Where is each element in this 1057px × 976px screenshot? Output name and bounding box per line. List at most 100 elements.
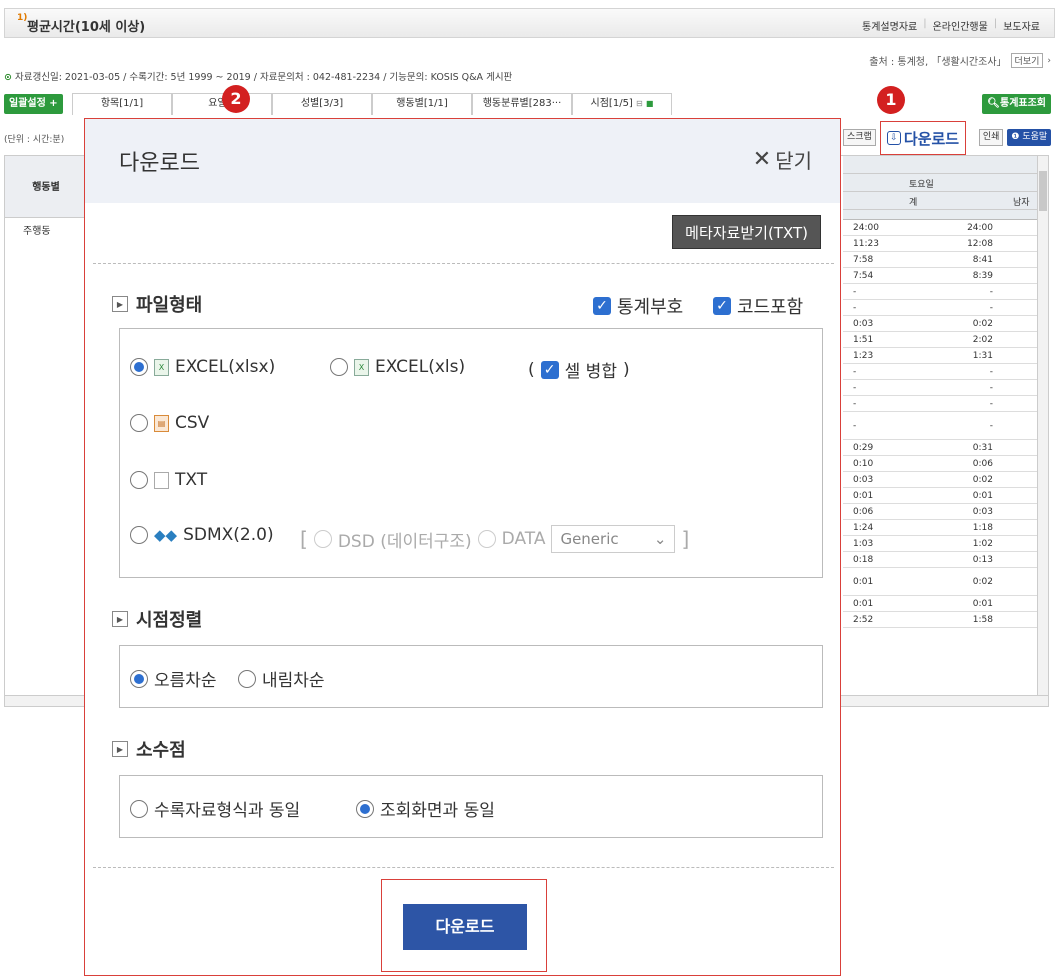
radio-sdmx[interactable]: ◆◆ SDMX(2.0) xyxy=(130,525,274,545)
download-top-label: 다운로드 xyxy=(903,129,960,148)
table-row: 7:54 8:39 xyxy=(843,268,1038,284)
radio-descending[interactable]: 내림차순 xyxy=(238,666,325,691)
cell-total-1: 7:54 xyxy=(853,270,874,281)
cell-total-1: 24:00 xyxy=(853,222,879,233)
help-button[interactable]: ❶ 도움말 xyxy=(1007,129,1052,146)
check-icon: ✓ xyxy=(540,360,559,379)
tab-activity-class[interactable]: 행동분류별[283··· xyxy=(472,93,572,115)
cell-total-2: 0:02 xyxy=(972,474,993,485)
table-row: 0:06 0:03 xyxy=(843,504,1038,520)
vertical-scrollbar[interactable] xyxy=(1037,156,1048,706)
cell-total-1: - xyxy=(853,382,857,393)
download-icon: ⇩ xyxy=(886,131,901,145)
stat-title-bar: 1) 평균시간(10세 이상) 통계설명자료 | 온라인간행물 | 보도자료 xyxy=(4,8,1055,38)
radio-xlsx[interactable]: X EXCEL(xlsx) xyxy=(130,357,275,377)
arrow-right-icon: ▶ xyxy=(112,296,128,312)
data-rows: 24:00 24:00 11:23 12:08 7:58 8:41 7:54 8:39- - - -… xyxy=(843,220,1038,628)
cell-total-1: 1:51 xyxy=(853,334,874,345)
tab-activity[interactable]: 행동별[1/1] xyxy=(372,93,472,115)
dimension-tabs: 항목[1/1] 요일별 성별[3/3] 행동별[1/1] 행동분류별[283··… xyxy=(72,93,672,115)
cell-total-2: 0:01 xyxy=(972,598,993,609)
radio-xls[interactable]: X EXCEL(xls) xyxy=(330,357,465,377)
cell-total-2: 12:08 xyxy=(967,238,993,249)
table-row: 11:23 12:08 xyxy=(843,236,1038,252)
radio-selected-icon xyxy=(130,669,148,688)
info-icon: ❶ xyxy=(1011,132,1020,142)
csv-file-icon: ▤ xyxy=(154,414,169,432)
cell-total-1: 0:01 xyxy=(853,598,874,609)
link-stat-desc[interactable]: 통계설명자료 xyxy=(862,18,917,33)
print-button[interactable]: 인쇄 xyxy=(978,129,1004,146)
radio-ascending[interactable]: 오름차순 xyxy=(130,666,217,691)
cell-total-2: 24:00 xyxy=(967,222,993,233)
table-row: 1:24 1:18 xyxy=(843,520,1038,536)
cell-total-1: 0:03 xyxy=(853,474,874,485)
cell-total-2: - xyxy=(989,286,993,297)
cell-total-2: 1:31 xyxy=(972,350,993,361)
radio-same-as-view[interactable]: 조회화면과 동일 xyxy=(356,796,495,821)
table-row: 0:03 0:02 xyxy=(843,472,1038,488)
saturday-header: 토요일 xyxy=(909,180,934,190)
cell-total-2: 0:02 xyxy=(972,576,993,587)
merge-cells-checkbox[interactable]: (✓ 셀 병합) xyxy=(528,357,630,383)
radio-selected-icon xyxy=(356,799,374,818)
download-dialog: 다운로드 ✕ 닫기 메타자료받기(TXT) ▶ 파일형태 ✓ 통계부호 ✓ 코드… xyxy=(84,118,841,976)
download-button-highlight: 다운로드 xyxy=(381,879,547,972)
cell-total-1: 1:24 xyxy=(853,522,874,533)
arrow-right-icon: ▶ xyxy=(112,611,128,627)
link-press[interactable]: 보도자료 xyxy=(1003,18,1040,33)
cell-total-2: 8:41 xyxy=(972,254,993,265)
info-line: ⊙ 자료갱신일: 2021-03-05 / 수록기간: 5년 1999 ~ 20… xyxy=(4,69,512,83)
sdmx-format-select[interactable]: Generic ⌄ xyxy=(551,525,676,553)
table-row: 2:52 1:58 xyxy=(843,612,1038,628)
cell-total-1: 0:06 xyxy=(853,506,874,517)
download-top-button[interactable]: ⇩ 다운로드 xyxy=(880,121,966,155)
scrap-button[interactable]: 스크랩 xyxy=(843,129,876,146)
tab-gender[interactable]: 성별[3/3] xyxy=(272,93,372,115)
table-row: 0:29 0:31 xyxy=(843,440,1038,456)
stat-symbol-checkbox[interactable]: ✓ 통계부호 xyxy=(593,293,683,319)
unit-label: (단위 : 시간:분) xyxy=(4,135,65,145)
table-row: 24:00 24:00 xyxy=(843,220,1038,236)
table-row: -- xyxy=(843,300,1038,316)
radio-data[interactable] xyxy=(477,530,496,548)
radio-same-as-record[interactable]: 수록자료형식과 동일 xyxy=(130,796,300,821)
cell-total-1: 0:01 xyxy=(853,490,874,501)
table-row: 1:51 2:02 xyxy=(843,332,1038,348)
link-online-pub[interactable]: 온라인간행물 xyxy=(933,18,988,33)
table-row: -- xyxy=(843,284,1038,300)
step-badge-1: 1 xyxy=(877,86,905,114)
cell-total-2: - xyxy=(989,366,993,377)
row-header-main-activity: 주행동 xyxy=(23,226,51,237)
include-code-checkbox[interactable]: ✓ 코드포함 xyxy=(713,293,803,319)
cell-total-2: 0:13 xyxy=(972,554,993,565)
table-row: 0:01 0:01 xyxy=(843,596,1038,612)
table-row: -- xyxy=(843,396,1038,412)
cell-total-2: 1:02 xyxy=(972,538,993,549)
bulk-settings-button[interactable]: 일괄설정 + xyxy=(4,94,63,114)
stat-table-search-button[interactable]: 🔍︎통계표조회 xyxy=(982,94,1051,114)
cell-total-1: 0:18 xyxy=(853,554,874,565)
cell-total-2: 0:01 xyxy=(972,490,993,501)
tab-period[interactable]: 시점[1/5] ⊟ ■ xyxy=(572,93,672,115)
cell-total-1: - xyxy=(853,398,857,409)
source-more-button[interactable]: 더보기 xyxy=(1010,53,1044,68)
cell-total-2: - xyxy=(989,302,993,313)
metadata-download-button[interactable]: 메타자료받기(TXT) xyxy=(672,215,821,249)
download-submit-button[interactable]: 다운로드 xyxy=(403,904,527,950)
radio-dsd[interactable] xyxy=(313,530,332,548)
dialog-header: 다운로드 ✕ 닫기 xyxy=(85,119,840,203)
close-button[interactable]: ✕ 닫기 xyxy=(753,145,812,174)
dsd-label: DSD (데이터구조) xyxy=(337,531,472,552)
cell-total-2: 2:02 xyxy=(972,334,993,345)
cell-total-2: - xyxy=(989,420,993,431)
col-male-header: 남자 xyxy=(1013,198,1030,208)
cell-total-1: 0:01 xyxy=(853,576,874,587)
tab-item[interactable]: 항목[1/1] xyxy=(72,93,172,115)
table-row: 0:03 0:02 xyxy=(843,316,1038,332)
data-columns: 토요일 계 남자 24:00 24:00 11:23 12:08 7:58 8:41 7:5… xyxy=(843,156,1038,706)
file-type-options: X EXCEL(xlsx) X EXCEL(xls) (✓ 셀 병합) ▤ CS… xyxy=(119,328,823,578)
radio-txt[interactable]: TXT xyxy=(130,470,207,490)
radio-csv[interactable]: ▤ CSV xyxy=(130,413,209,433)
divider xyxy=(93,867,834,868)
